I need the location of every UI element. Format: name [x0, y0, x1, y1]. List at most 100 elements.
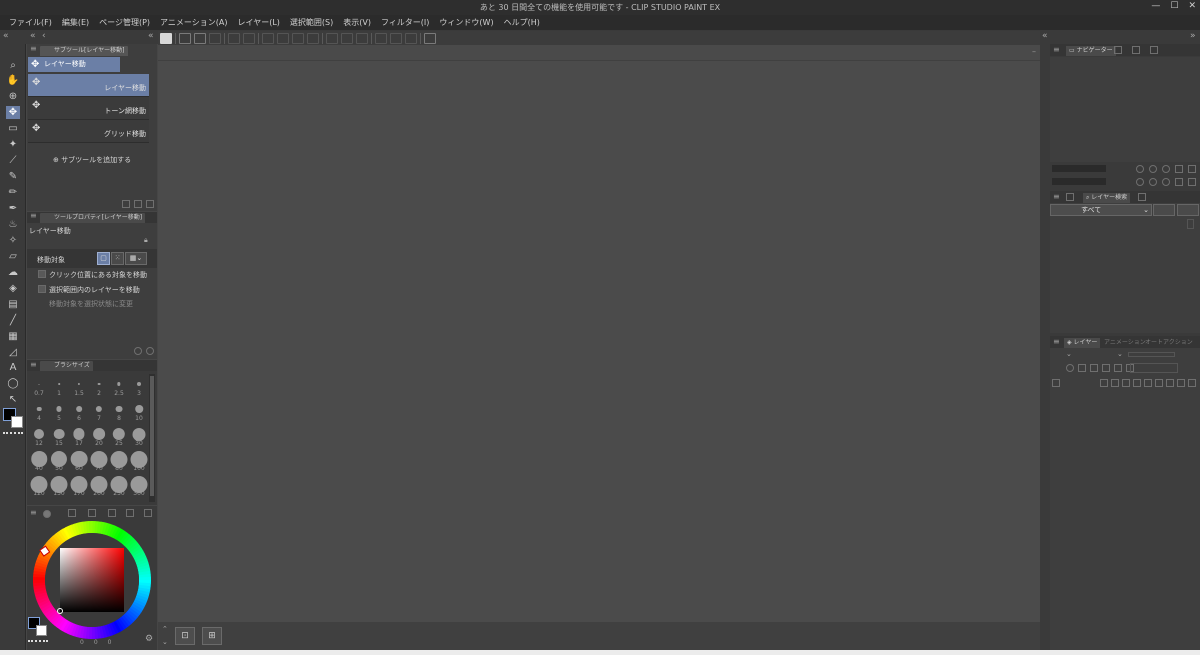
frame-border-icon[interactable]: ▦ [6, 330, 20, 343]
maximize-icon[interactable]: ☐ [1170, 1, 1178, 11]
invert-selection-icon[interactable] [405, 32, 417, 44]
layer-search-filter-select[interactable]: すべて ⌄ [1050, 204, 1152, 216]
brush-size-cell[interactable]: 40 [29, 448, 49, 473]
move-layer-icon[interactable]: ✥ [6, 106, 20, 119]
option-checkbox-selection-layers[interactable] [38, 285, 46, 293]
item-bank-tab-icon[interactable] [1132, 46, 1140, 54]
brush-size-cell[interactable]: 5 [49, 398, 69, 423]
flip-horizontal-icon[interactable] [1175, 178, 1183, 186]
delete-layer-icon[interactable] [1188, 379, 1196, 387]
lock-icon[interactable]: 🔒︎ [144, 236, 148, 245]
brush-icon[interactable]: ✒ [6, 202, 20, 215]
target-grid-dropdown[interactable]: ▦⌄ [125, 252, 147, 265]
scroll-up-icon[interactable]: ⌃ [162, 625, 168, 633]
transparent-color-chip[interactable] [28, 640, 48, 643]
menu-animation[interactable]: アニメーション(A) [160, 15, 227, 30]
zoom-out-icon[interactable] [1136, 165, 1144, 173]
wrench-icon[interactable] [146, 347, 154, 355]
fit-to-window-icon[interactable]: ⊡ [175, 627, 195, 645]
brush-size-cell[interactable]: 12 [29, 423, 49, 448]
navigator-preview[interactable] [1050, 57, 1200, 162]
eraser-icon[interactable]: ▱ [6, 250, 20, 263]
menu-layer[interactable]: レイヤー(L) [237, 15, 279, 30]
color-wheel-tab-icon[interactable] [43, 510, 51, 518]
subtool-copy-icon[interactable] [122, 200, 130, 208]
brush-size-cell[interactable]: 3 [129, 373, 149, 398]
brush-size-cell[interactable]: 100 [129, 448, 149, 473]
menu-view[interactable]: 表示(V) [343, 15, 371, 30]
clear-icon[interactable] [326, 32, 338, 44]
actual-size-icon[interactable]: ⊞ [202, 627, 222, 645]
add-subtool-button[interactable]: ⊕ サブツールを追加する [53, 155, 131, 165]
clip-studio-icon[interactable] [160, 32, 172, 44]
brush-size-cell[interactable]: 0.7 [29, 373, 49, 398]
operation-icon[interactable]: ⊕ [6, 90, 20, 103]
opacity-slider[interactable] [1128, 352, 1175, 357]
rotate-left-icon[interactable] [1136, 178, 1144, 186]
approximate-color-tab-icon[interactable] [108, 509, 116, 517]
fill-tool-icon[interactable]: ◈ [6, 282, 20, 295]
clipping-icon[interactable] [1066, 364, 1074, 372]
lock-transparency-icon[interactable] [1114, 364, 1122, 372]
figure-icon[interactable]: ╱ [6, 314, 20, 327]
sub-color-swatch[interactable] [11, 416, 23, 428]
cut-icon[interactable] [262, 32, 274, 44]
navigator-tab[interactable]: ▭ ナビゲーター [1066, 46, 1116, 56]
panel-menu-icon[interactable]: ≡ [30, 211, 37, 220]
canvas-tab-close-icon[interactable]: – [1032, 47, 1036, 56]
subtool-group-title[interactable]: ✥ レイヤー移動 [28, 57, 120, 72]
cloud-tab-icon[interactable] [1150, 46, 1158, 54]
balloon-icon[interactable]: ◯ [6, 377, 20, 390]
brush-size-cell[interactable]: 17 [69, 423, 89, 448]
brush-size-cell[interactable]: 7 [89, 398, 109, 423]
collapse-right-icon[interactable]: « [1042, 31, 1048, 41]
menu-page[interactable]: ページ管理(P) [99, 15, 150, 30]
subtool-item-layer-move[interactable]: ✥ レイヤー移動 [28, 74, 149, 97]
fill-icon[interactable] [307, 32, 319, 44]
panel-menu-icon[interactable]: ≡ [1053, 45, 1060, 54]
color-set-tab-icon[interactable] [68, 509, 76, 517]
redo-icon[interactable] [243, 32, 255, 44]
correct-line-icon[interactable]: ↖ [6, 393, 20, 406]
sub-color-chip[interactable] [36, 625, 47, 636]
tool-property-tab[interactable]: ツールプロパティ[レイヤー移動] [40, 213, 146, 223]
pen-icon[interactable]: ✎ [6, 170, 20, 183]
opacity-dropdown-icon[interactable]: ⌄ [1117, 350, 1123, 358]
reference-layer-icon[interactable] [1078, 364, 1086, 372]
gradient-icon[interactable]: ▤ [6, 298, 20, 311]
settings-icon[interactable]: ⚙ [145, 634, 153, 644]
copy-icon[interactable] [277, 32, 289, 44]
combine-down-icon[interactable] [1144, 379, 1152, 387]
zoom-icon[interactable]: ⌕ [6, 59, 20, 72]
rotate-slider[interactable] [1052, 178, 1106, 185]
brush-size-cell[interactable]: 25 [109, 423, 129, 448]
brush-size-cell[interactable]: 250 [109, 473, 129, 498]
brush-size-cell[interactable]: 15 [49, 423, 69, 448]
paste-icon[interactable] [292, 32, 304, 44]
subtool-item-tone-move[interactable]: ✥ トーン網移動 [28, 97, 149, 120]
zoom-slider[interactable] [1052, 165, 1106, 172]
panel-menu-icon[interactable]: ≡ [1053, 192, 1060, 201]
intermediate-color-tab-icon[interactable] [88, 509, 96, 517]
brush-size-cell[interactable]: 50 [49, 448, 69, 473]
search-option-button-2[interactable] [1177, 204, 1199, 216]
quick-access-tab-icon[interactable] [1138, 193, 1146, 201]
duplicate-layer-icon[interactable] [1177, 379, 1185, 387]
create-mask-icon[interactable] [1155, 379, 1163, 387]
transform-icon[interactable] [356, 32, 368, 44]
help-icon[interactable] [424, 32, 436, 44]
draft-layer-icon[interactable] [1090, 364, 1098, 372]
target-tone-icon[interactable]: ⁙ [111, 252, 124, 265]
scroll-down-icon[interactable]: ⌄ [162, 638, 168, 646]
selection-icon[interactable]: ▭ [6, 122, 20, 135]
brush-size-cell[interactable]: 1.5 [69, 373, 89, 398]
actual-pixels-icon[interactable] [1162, 165, 1170, 173]
menu-file[interactable]: ファイル(F) [9, 15, 52, 30]
subtool-delete-icon[interactable] [146, 200, 154, 208]
collapse-left-icon[interactable]: « [30, 31, 36, 41]
color-wheel[interactable] [31, 519, 153, 641]
brush-size-cell[interactable]: 2 [89, 373, 109, 398]
ruler-icon[interactable]: ◿ [6, 346, 20, 359]
menu-window[interactable]: ウィンドウ(W) [439, 15, 493, 30]
save-icon[interactable] [209, 32, 221, 44]
